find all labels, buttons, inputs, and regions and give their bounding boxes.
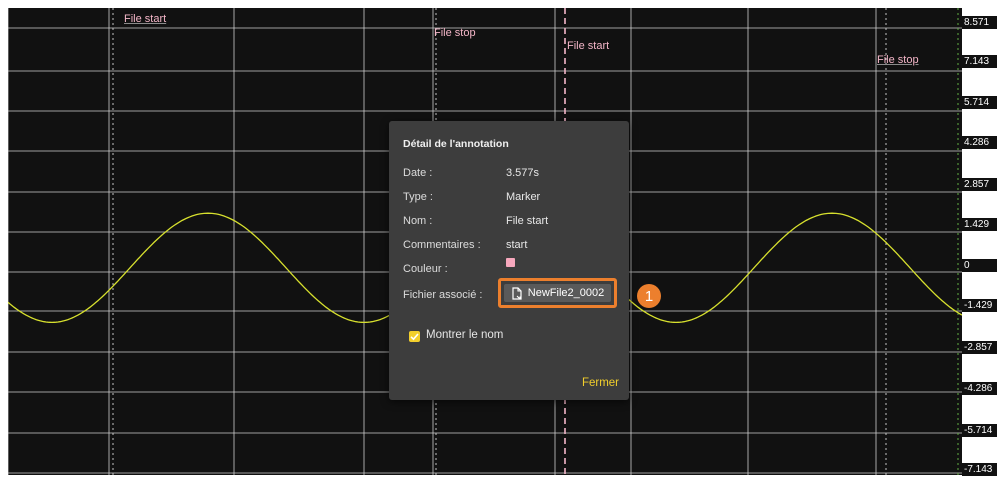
dialog-title: Détail de l'annotation (403, 138, 509, 150)
y-axis-label: 4.286 (962, 136, 997, 149)
oscilloscope-view: 8.571 7.143 5.714 4.286 2.857 1.429 0 -1.429 -2.… (0, 0, 997, 483)
y-axis-label: 7.143 (962, 55, 997, 68)
comments-value: start (506, 239, 528, 251)
color-swatch (506, 258, 515, 267)
checkmark-icon (410, 333, 419, 341)
annotation-detail-dialog: Détail de l'annotation Date : 3.577s Typ… (389, 121, 629, 400)
annotation-label[interactable]: File start (124, 13, 166, 25)
y-axis-label: 8.571 (962, 16, 997, 29)
associated-file-name: NewFile2_0002 (527, 287, 605, 299)
type-value: Marker (506, 191, 541, 203)
name-value: File start (506, 215, 549, 227)
color-label: Couleur : (403, 263, 448, 275)
callout-badge: 1 (637, 284, 661, 308)
name-label: Nom : (403, 215, 433, 227)
y-axis-label: -4.286 (962, 382, 997, 395)
y-axis-label: 5.714 (962, 96, 997, 109)
annotation-label[interactable]: File stop (877, 54, 919, 66)
y-axis-label: 0 (962, 259, 997, 272)
y-axis-label: 2.857 (962, 178, 997, 191)
annotation-label[interactable]: File stop (434, 27, 476, 39)
show-name-label[interactable]: Montrer le nom (426, 329, 503, 341)
file-link-icon (512, 286, 522, 300)
associated-file-button[interactable]: NewFile2_0002 (504, 284, 611, 302)
y-axis-label: -7.143 (962, 463, 997, 476)
date-value: 3.577s (506, 167, 540, 179)
type-label: Type : (403, 191, 433, 203)
y-axis-label: 1.429 (962, 218, 997, 231)
y-axis-label: -1.429 (962, 299, 997, 312)
show-name-checkbox[interactable] (409, 331, 420, 342)
annotation-label[interactable]: File start (567, 40, 609, 52)
close-button[interactable]: Fermer (582, 377, 619, 389)
y-axis-label: -2.857 (962, 341, 997, 354)
y-axis-label: -5.714 (962, 424, 997, 437)
associated-file-label: Fichier associé : (403, 289, 483, 301)
associated-file-highlight: NewFile2_0002 (498, 278, 617, 308)
date-label: Date : (403, 167, 433, 179)
comments-label: Commentaires : (403, 239, 481, 251)
